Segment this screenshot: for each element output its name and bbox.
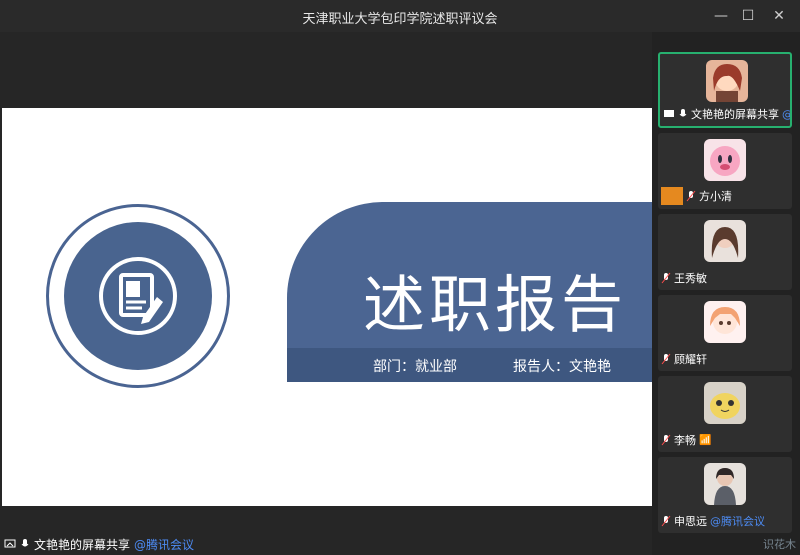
participant-name: 文艳艳的屏幕共享 @ bbox=[663, 106, 792, 122]
participant-mention: @ bbox=[782, 107, 792, 121]
participant-sidebar: 文艳艳的屏幕共享 @ 方小清 王秀敏 顾耀轩 李畅 📶 申思远 @腾讯会议 bbox=[652, 32, 800, 555]
muted-microphone-icon bbox=[661, 272, 671, 284]
department-text: 部门：就业部 bbox=[373, 359, 457, 375]
participant-mention: @腾讯会议 bbox=[710, 515, 765, 528]
participant-name: 李畅 📶 bbox=[661, 432, 711, 448]
screen-share-icon bbox=[664, 110, 674, 117]
meeting-window: 天津职业大学包印学院述职评议会 — ☐ ✕ 述职报告 部门：就业部 报告人：文艳… bbox=[0, 0, 800, 555]
participant-name: 王秀敏 bbox=[661, 270, 707, 286]
signal-strength-icon: 📶 bbox=[699, 434, 712, 446]
muted-microphone-icon bbox=[686, 190, 696, 202]
participant-tile[interactable]: 方小清 bbox=[658, 133, 792, 209]
slide-title: 述职报告 bbox=[363, 268, 628, 341]
participant-name-text: 文艳艳的屏幕共享 bbox=[691, 108, 779, 121]
reporter-text: 报告人：文艳艳 bbox=[513, 359, 611, 375]
maximize-icon: ☐ bbox=[741, 8, 755, 24]
avatar bbox=[706, 60, 748, 102]
screen-share-icon bbox=[4, 539, 16, 548]
avatar bbox=[704, 463, 746, 505]
shared-screen-stage: 述职报告 部门：就业部 报告人：文艳艳 bbox=[0, 32, 652, 555]
muted-microphone-icon bbox=[661, 515, 671, 527]
microphone-icon bbox=[21, 539, 29, 547]
close-icon: ✕ bbox=[773, 8, 785, 24]
slide-info-strip: 部门：就业部 报告人：文艳艳 bbox=[287, 348, 652, 382]
participant-tile[interactable]: 文艳艳的屏幕共享 @ bbox=[658, 52, 792, 128]
participant-tile[interactable]: 顾耀轩 bbox=[658, 295, 792, 371]
participant-tile[interactable]: 申思远 @腾讯会议 bbox=[658, 457, 792, 533]
participant-tile[interactable]: 王秀敏 bbox=[658, 214, 792, 290]
participant-name-text: 王秀敏 bbox=[674, 272, 707, 285]
meeting-mention: @腾讯会议 bbox=[134, 537, 195, 552]
screen-share-status: 文艳艳的屏幕共享 @腾讯会议 bbox=[4, 536, 194, 552]
slide-title-banner: 述职报告 部门：就业部 报告人：文艳艳 bbox=[287, 202, 652, 382]
participant-name-text: 顾耀轩 bbox=[674, 353, 707, 366]
minimize-button[interactable]: — bbox=[710, 6, 732, 26]
minimize-icon: — bbox=[714, 8, 728, 24]
muted-microphone-icon bbox=[661, 353, 671, 365]
watermark: 识花木 bbox=[763, 538, 796, 551]
participant-name-text: 方小清 bbox=[699, 190, 732, 203]
participant-name-text: 申思远 bbox=[674, 515, 707, 528]
user-badge-icon bbox=[661, 187, 683, 205]
avatar bbox=[704, 220, 746, 262]
avatar bbox=[704, 382, 746, 424]
avatar bbox=[704, 301, 746, 343]
close-button[interactable]: ✕ bbox=[768, 6, 790, 26]
share-owner-label: 文艳艳的屏幕共享 bbox=[34, 537, 131, 552]
participant-tile[interactable]: 李畅 📶 bbox=[658, 376, 792, 452]
presentation-slide: 述职报告 部门：就业部 报告人：文艳艳 bbox=[2, 108, 652, 506]
participant-name: 申思远 @腾讯会议 bbox=[661, 513, 765, 529]
avatar bbox=[704, 139, 746, 181]
participant-name: 方小清 bbox=[661, 187, 732, 205]
window-title: 天津职业大学包印学院述职评议会 bbox=[302, 12, 498, 27]
maximize-button[interactable]: ☐ bbox=[737, 6, 759, 26]
title-bar: 天津职业大学包印学院述职评议会 — ☐ ✕ bbox=[0, 0, 800, 32]
microphone-icon bbox=[679, 109, 687, 117]
report-document-icon bbox=[99, 257, 177, 335]
participant-name: 顾耀轩 bbox=[661, 351, 707, 367]
muted-microphone-icon bbox=[661, 434, 671, 446]
participant-name-text: 李畅 bbox=[674, 434, 696, 447]
